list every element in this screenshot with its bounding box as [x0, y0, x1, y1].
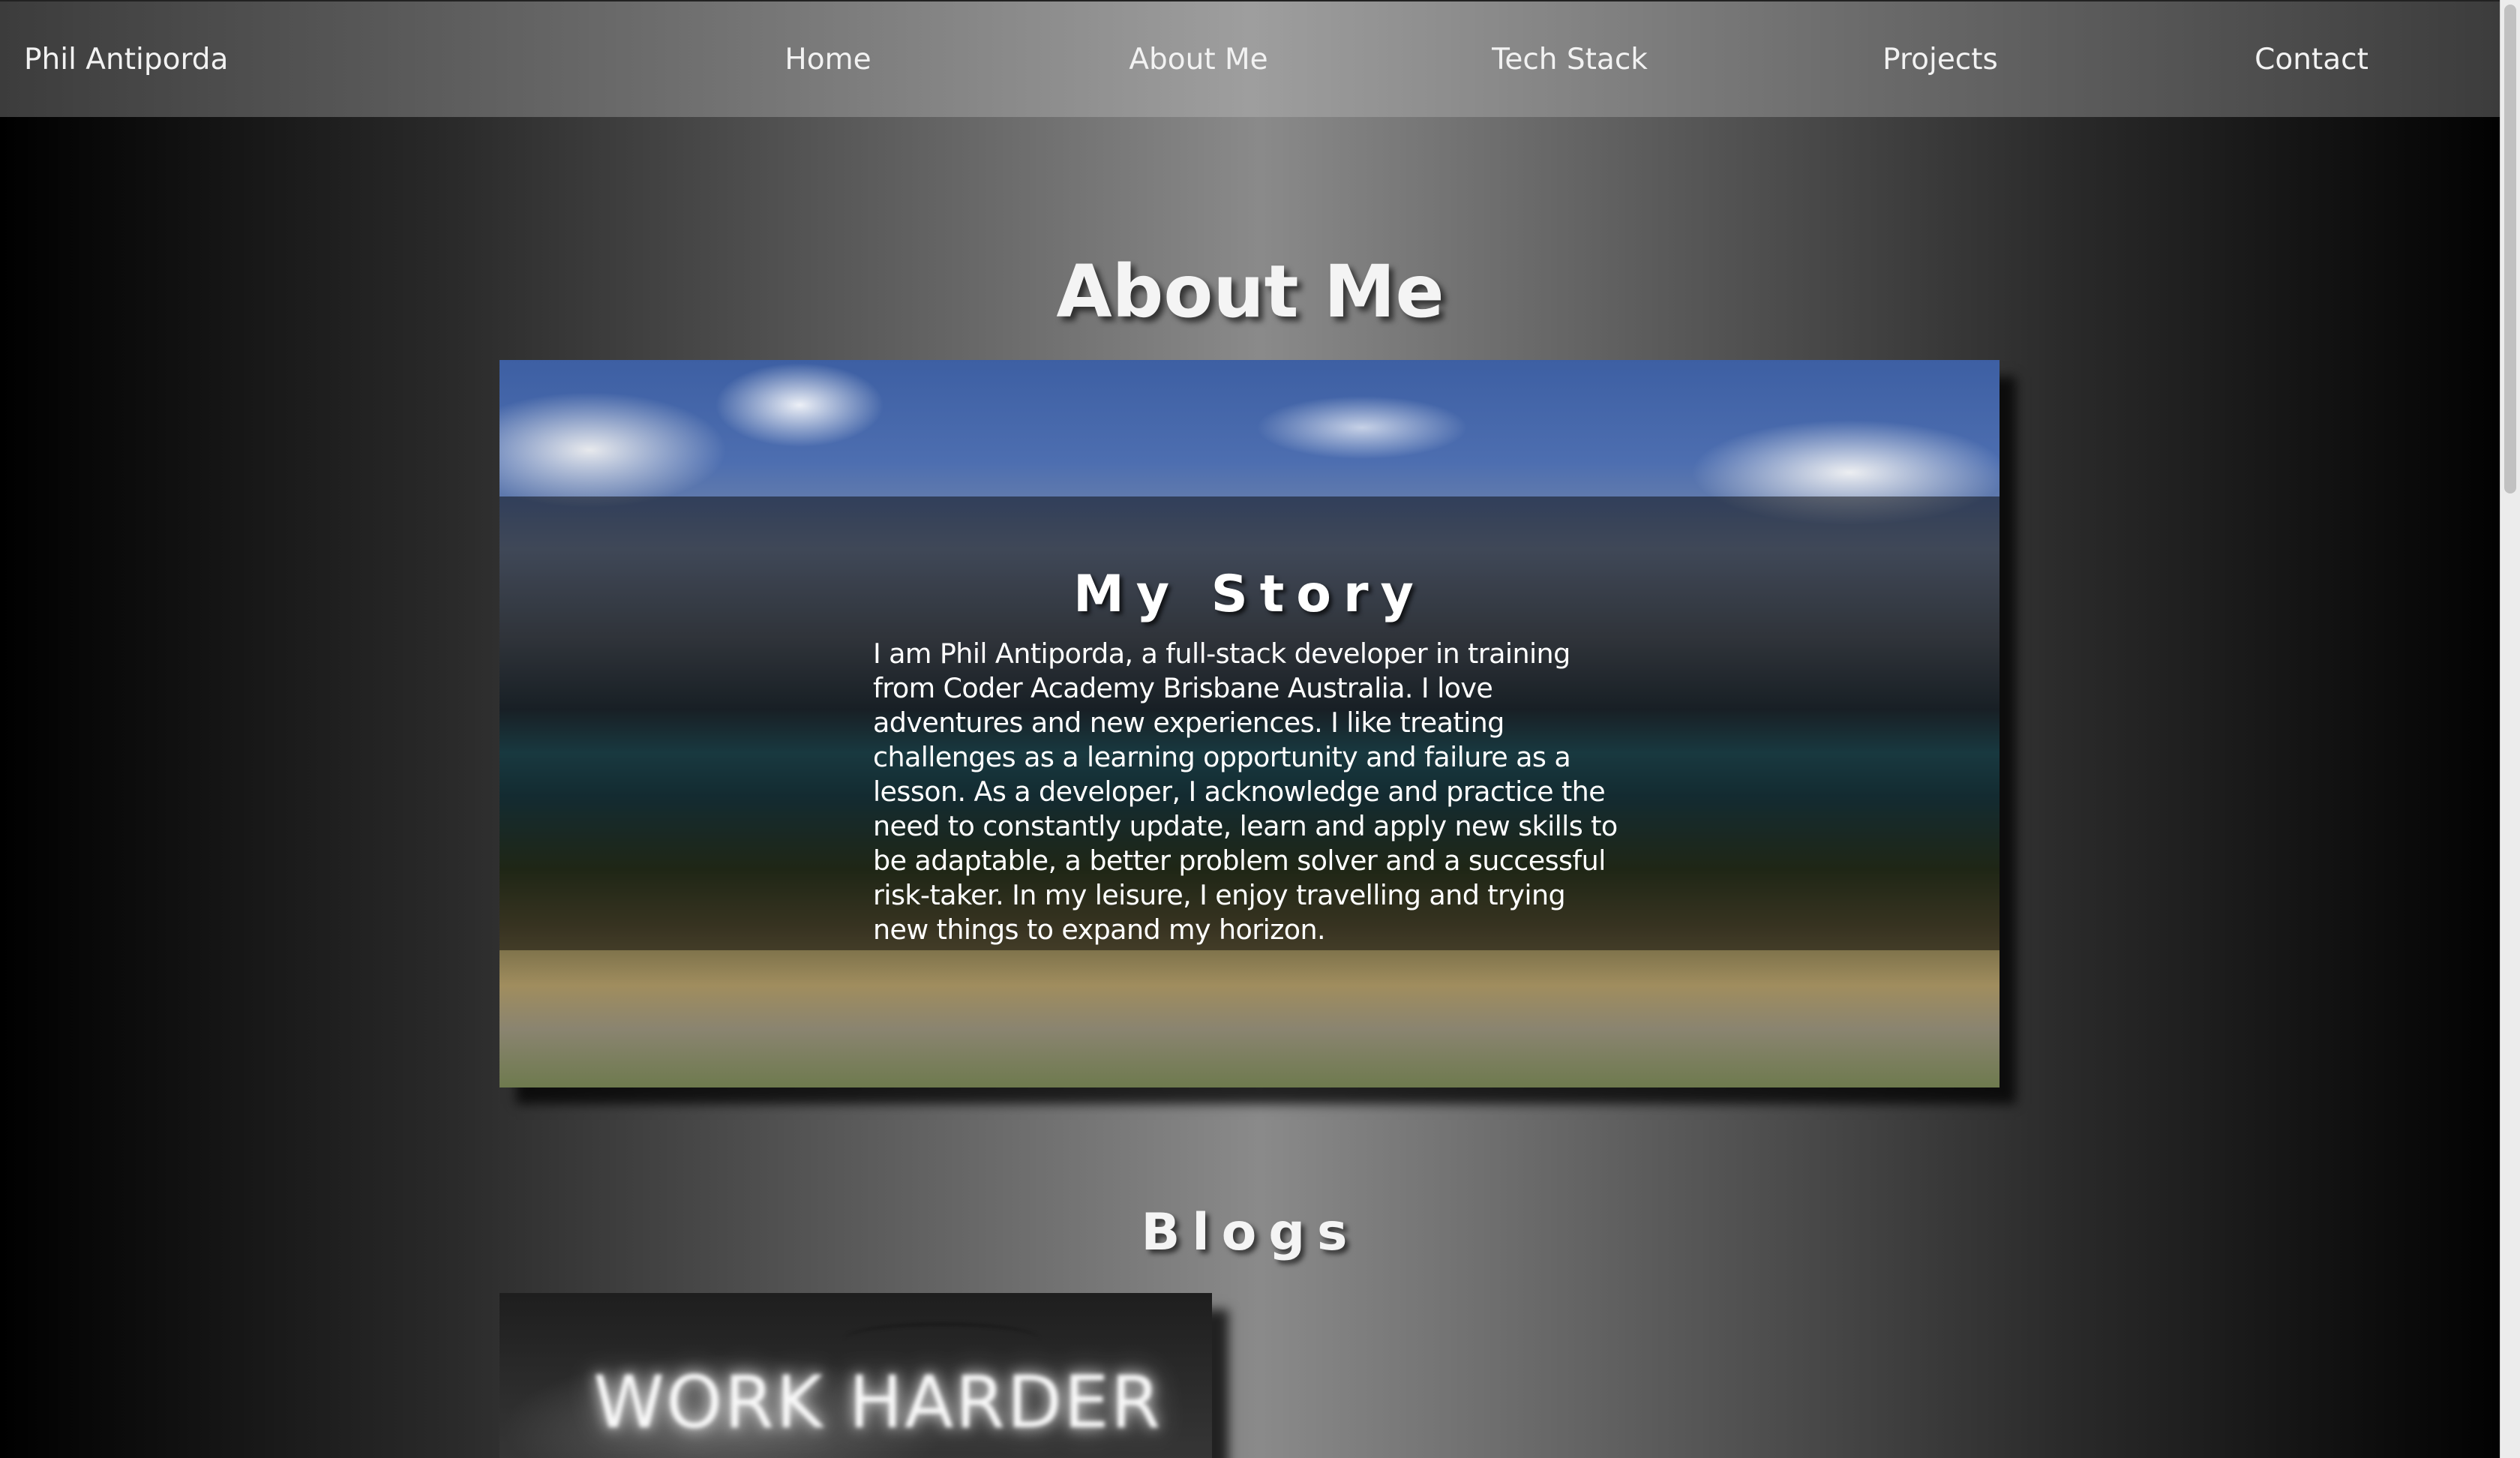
- nav-tech-stack[interactable]: Tech Stack: [1435, 39, 1705, 81]
- top-navbar: Phil Antiporda Home About Me Tech Stack …: [0, 0, 2500, 117]
- page-title: About Me: [1056, 250, 1444, 334]
- scrollbar-thumb[interactable]: [2504, 4, 2516, 494]
- blogs-title: Blogs: [1141, 1203, 1360, 1263]
- nav-about-me[interactable]: About Me: [1064, 39, 1334, 81]
- nav-projects[interactable]: Projects: [1805, 39, 2075, 81]
- nav-home[interactable]: Home: [693, 39, 963, 81]
- neon-wire-decoration: [844, 1323, 1040, 1355]
- story-title: My Story: [1073, 565, 1426, 625]
- blog-card[interactable]: WORK HARDER: [500, 1293, 1212, 1458]
- story-text: I am Phil Antiporda, a full-stack develo…: [873, 637, 1618, 946]
- vertical-scrollbar[interactable]: [2500, 0, 2520, 1458]
- nav-contact[interactable]: Contact: [2176, 39, 2446, 81]
- blog-card-image-text: WORK HARDER: [593, 1360, 1162, 1444]
- page: Phil Antiporda Home About Me Tech Stack …: [0, 0, 2520, 1458]
- story-card: My Story I am Phil Antiporda, a full-sta…: [500, 360, 2000, 1088]
- brand-link[interactable]: Phil Antiporda: [24, 39, 228, 81]
